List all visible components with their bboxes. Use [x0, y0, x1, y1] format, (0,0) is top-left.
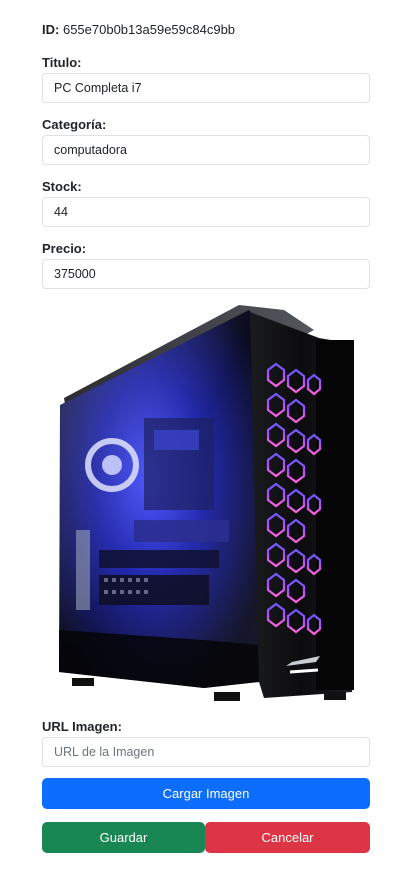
precio-input[interactable]	[42, 259, 370, 289]
precio-field-group: Precio:	[42, 240, 370, 289]
product-id-line: ID: 655e70b0b13a59e59c84c9bb	[42, 20, 370, 40]
cancelar-button[interactable]: Cancelar	[205, 822, 370, 853]
titulo-field-group: Titulo:	[42, 54, 370, 103]
product-id-label: ID:	[42, 22, 60, 37]
product-id-value: 655e70b0b13a59e59c84c9bb	[62, 22, 236, 37]
categoria-input[interactable]	[42, 135, 370, 165]
guardar-button[interactable]: Guardar	[42, 822, 205, 853]
categoria-field-group: Categoría:	[42, 116, 370, 165]
categoria-label: Categoría:	[42, 117, 107, 132]
product-image	[54, 300, 364, 710]
pc-tower-illustration	[59, 305, 354, 701]
product-edit-form: ID: 655e70b0b13a59e59c84c9bb Titulo: Cat…	[42, 20, 370, 302]
url-imagen-field-group: URL Imagen:	[42, 718, 370, 767]
titulo-label: Titulo:	[42, 55, 82, 70]
stock-input[interactable]	[42, 197, 370, 227]
precio-label: Precio:	[42, 241, 87, 256]
cargar-imagen-button[interactable]: Cargar Imagen	[42, 778, 370, 809]
titulo-input[interactable]	[42, 73, 370, 103]
url-imagen-input[interactable]	[42, 737, 370, 767]
url-imagen-label: URL Imagen:	[42, 719, 122, 734]
stock-field-group: Stock:	[42, 178, 370, 227]
stock-label: Stock:	[42, 179, 82, 194]
